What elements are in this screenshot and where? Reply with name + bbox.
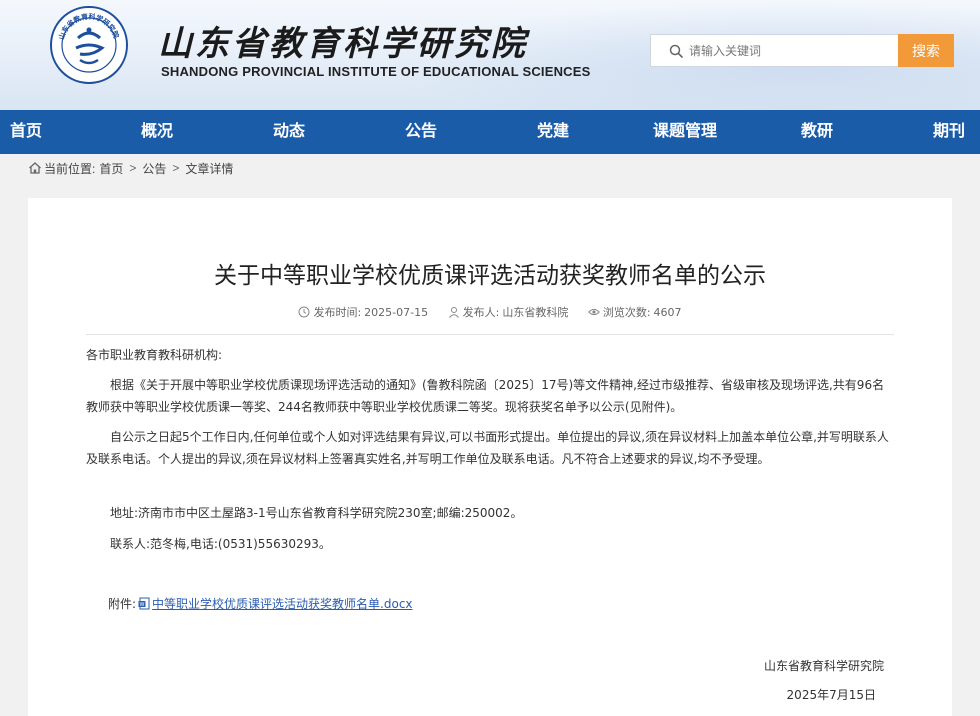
nav-item-journal[interactable]: 期刊 <box>933 110 965 154</box>
institute-title-cn: 山东省教育科学研究院 <box>158 24 528 64</box>
paragraph-basis: 根据《关于开展中等职业学校优质课现场评选活动的通知》(鲁教科院函〔2025〕17… <box>86 378 885 414</box>
article-panel: 关于中等职业学校优质课评选活动获奖教师名单的公示 发布时间: 2025-07-1… <box>28 198 952 716</box>
search-input[interactable] <box>689 35 894 66</box>
search-box <box>650 34 898 67</box>
attachment-link[interactable]: 中等职业学校优质课评选活动获奖教师名单.docx <box>152 595 412 612</box>
breadcrumb-current: 文章详情 <box>185 161 234 176</box>
home-icon <box>29 162 41 174</box>
publisher-value: 山东省教科院 <box>502 306 569 319</box>
user-icon <box>448 307 459 318</box>
views-label: 浏览次数: <box>602 306 651 319</box>
breadcrumb: 当前位置: 首页 > 公告 > 文章详情 <box>28 160 233 176</box>
doc-icon: W <box>138 597 150 610</box>
breadcrumb-separator: > <box>129 161 137 175</box>
paragraph-contact: 联系人:范冬梅,电话:(0531)55630293。 <box>110 537 331 551</box>
search-icon <box>669 44 683 58</box>
views-value: 4607 <box>653 305 682 319</box>
publisher: 发布人: 山东省教科院 <box>448 304 569 320</box>
eye-icon <box>587 308 600 316</box>
site-header: 山东省教育科学研究院 山东省教育科学研究院 SHANDONG PROVINCIA… <box>0 0 980 110</box>
breadcrumb-prefix: 当前位置: <box>44 161 96 176</box>
view-count: 浏览次数: 4607 <box>587 304 682 320</box>
article-meta: 发布时间: 2025-07-15 发布人: 山东省教科院 浏览次数: 4607 <box>28 304 952 321</box>
nav-item-home[interactable]: 首页 <box>10 110 42 154</box>
nav-item-projects[interactable]: 课题管理 <box>653 110 717 154</box>
search-button[interactable]: 搜索 <box>898 34 954 67</box>
signature-organization: 山东省教育科学研究院 <box>763 659 884 673</box>
publish-time-value: 2025-07-15 <box>364 305 429 319</box>
paragraph-address: 地址:济南市市中区土屋路3-1号山东省教育科学研究院230室;邮编:250002… <box>110 506 523 520</box>
paragraph-objection: 自公示之日起5个工作日内,任何单位或个人如对评选结果有异议,可以书面形式提出。单… <box>86 430 889 466</box>
meta-divider <box>86 334 894 335</box>
nav-item-research[interactable]: 教研 <box>801 110 833 154</box>
breadcrumb-home[interactable]: 首页 <box>99 160 123 177</box>
nav-item-notices[interactable]: 公告 <box>405 110 437 154</box>
breadcrumb-notices[interactable]: 公告 <box>142 160 166 177</box>
breadcrumb-separator: > <box>172 161 180 175</box>
attachment: 附件: W 中等职业学校优质课评选活动获奖教师名单.docx <box>108 595 413 612</box>
institute-title-en: SHANDONG PROVINCIAL INSTITUTE OF EDUCATI… <box>161 64 591 79</box>
publisher-label: 发布人: <box>462 306 500 319</box>
nav-item-party[interactable]: 党建 <box>537 110 569 154</box>
signature-date: 2025年7月15日 <box>786 688 876 702</box>
institute-logo[interactable]: 山东省教育科学研究院 <box>50 6 128 84</box>
publish-time-label: 发布时间: <box>313 306 362 319</box>
nav-item-overview[interactable]: 概况 <box>141 110 173 154</box>
nav-item-news[interactable]: 动态 <box>273 110 305 154</box>
publish-time: 发布时间: 2025-07-15 <box>298 304 428 320</box>
attachment-label: 附件: <box>108 597 137 611</box>
svg-text:W: W <box>140 602 145 608</box>
article-title: 关于中等职业学校优质课评选活动获奖教师名单的公示 <box>214 262 766 288</box>
main-nav: 首页 概况 动态 公告 党建 课题管理 教研 期刊 <box>0 110 980 154</box>
clock-icon <box>298 306 310 318</box>
search-bar: 搜索 <box>650 34 954 67</box>
salutation: 各市职业教育教科研机构: <box>86 348 223 362</box>
